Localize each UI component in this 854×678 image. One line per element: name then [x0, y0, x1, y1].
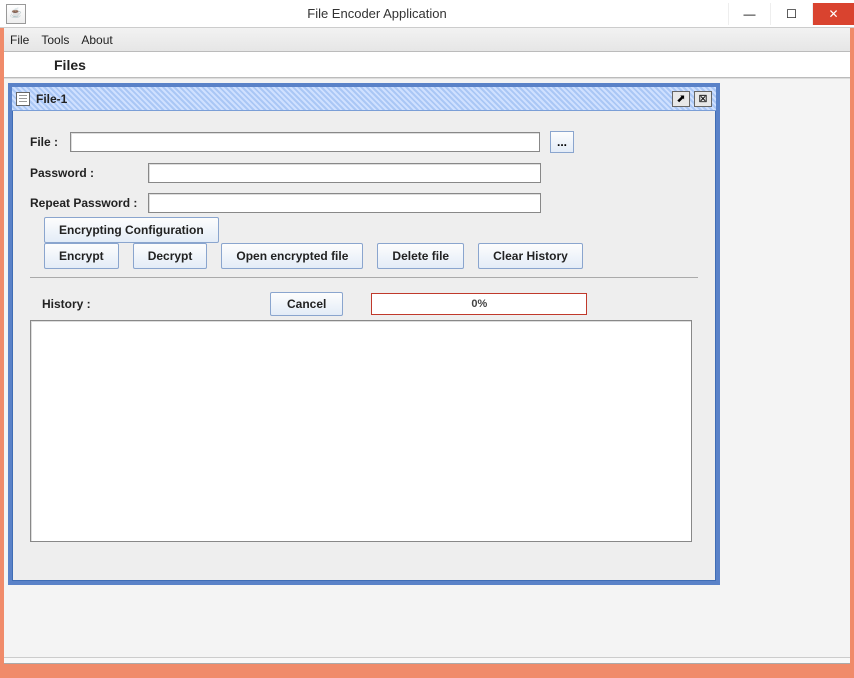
status-bar: [4, 657, 850, 663]
section-files-label: Files: [54, 57, 86, 73]
progress-text: 0%: [471, 298, 487, 310]
browse-button[interactable]: ...: [550, 131, 574, 153]
separator: [30, 277, 698, 278]
decrypt-button[interactable]: Decrypt: [133, 243, 208, 269]
encrypt-button[interactable]: Encrypt: [44, 243, 119, 269]
internal-frame-title: File-1: [36, 92, 668, 106]
close-button[interactable]: ✕: [812, 3, 854, 25]
java-icon: ☕: [6, 4, 26, 24]
history-label: History :: [42, 297, 102, 311]
internal-maximize-button[interactable]: ⬈: [672, 91, 690, 107]
maximize-button[interactable]: ☐: [770, 3, 812, 25]
menu-tools[interactable]: Tools: [41, 33, 69, 47]
minimize-button[interactable]: —: [728, 3, 770, 25]
repeat-password-input[interactable]: [148, 193, 541, 213]
file-input[interactable]: [70, 132, 540, 152]
open-encrypted-file-button[interactable]: Open encrypted file: [221, 243, 363, 269]
menu-about[interactable]: About: [81, 33, 112, 47]
menu-file[interactable]: File: [10, 33, 29, 47]
password-label: Password :: [30, 166, 148, 180]
clear-history-button[interactable]: Clear History: [478, 243, 583, 269]
document-icon: [16, 92, 30, 106]
internal-close-button[interactable]: ⊠: [694, 91, 712, 107]
internal-frame-file1: File-1 ⬈ ⊠ File : ... Password : Repeat …: [8, 83, 720, 585]
history-textarea[interactable]: [30, 320, 692, 542]
window-titlebar: ☕ File Encoder Application — ☐ ✕: [0, 0, 854, 28]
password-input[interactable]: [148, 163, 541, 183]
delete-file-button[interactable]: Delete file: [377, 243, 464, 269]
cancel-button[interactable]: Cancel: [270, 292, 343, 316]
file-label: File :: [30, 135, 70, 149]
repeat-password-label: Repeat Password :: [30, 196, 148, 210]
progress-bar: 0%: [371, 293, 587, 315]
workspace: File-1 ⬈ ⊠ File : ... Password : Repeat …: [4, 78, 850, 664]
section-files-header: Files: [4, 52, 850, 78]
encrypting-configuration-button[interactable]: Encrypting Configuration: [44, 217, 219, 243]
window-title: File Encoder Application: [26, 6, 728, 21]
internal-frame-titlebar[interactable]: File-1 ⬈ ⊠: [12, 87, 716, 111]
menu-bar: File Tools About: [4, 28, 850, 52]
